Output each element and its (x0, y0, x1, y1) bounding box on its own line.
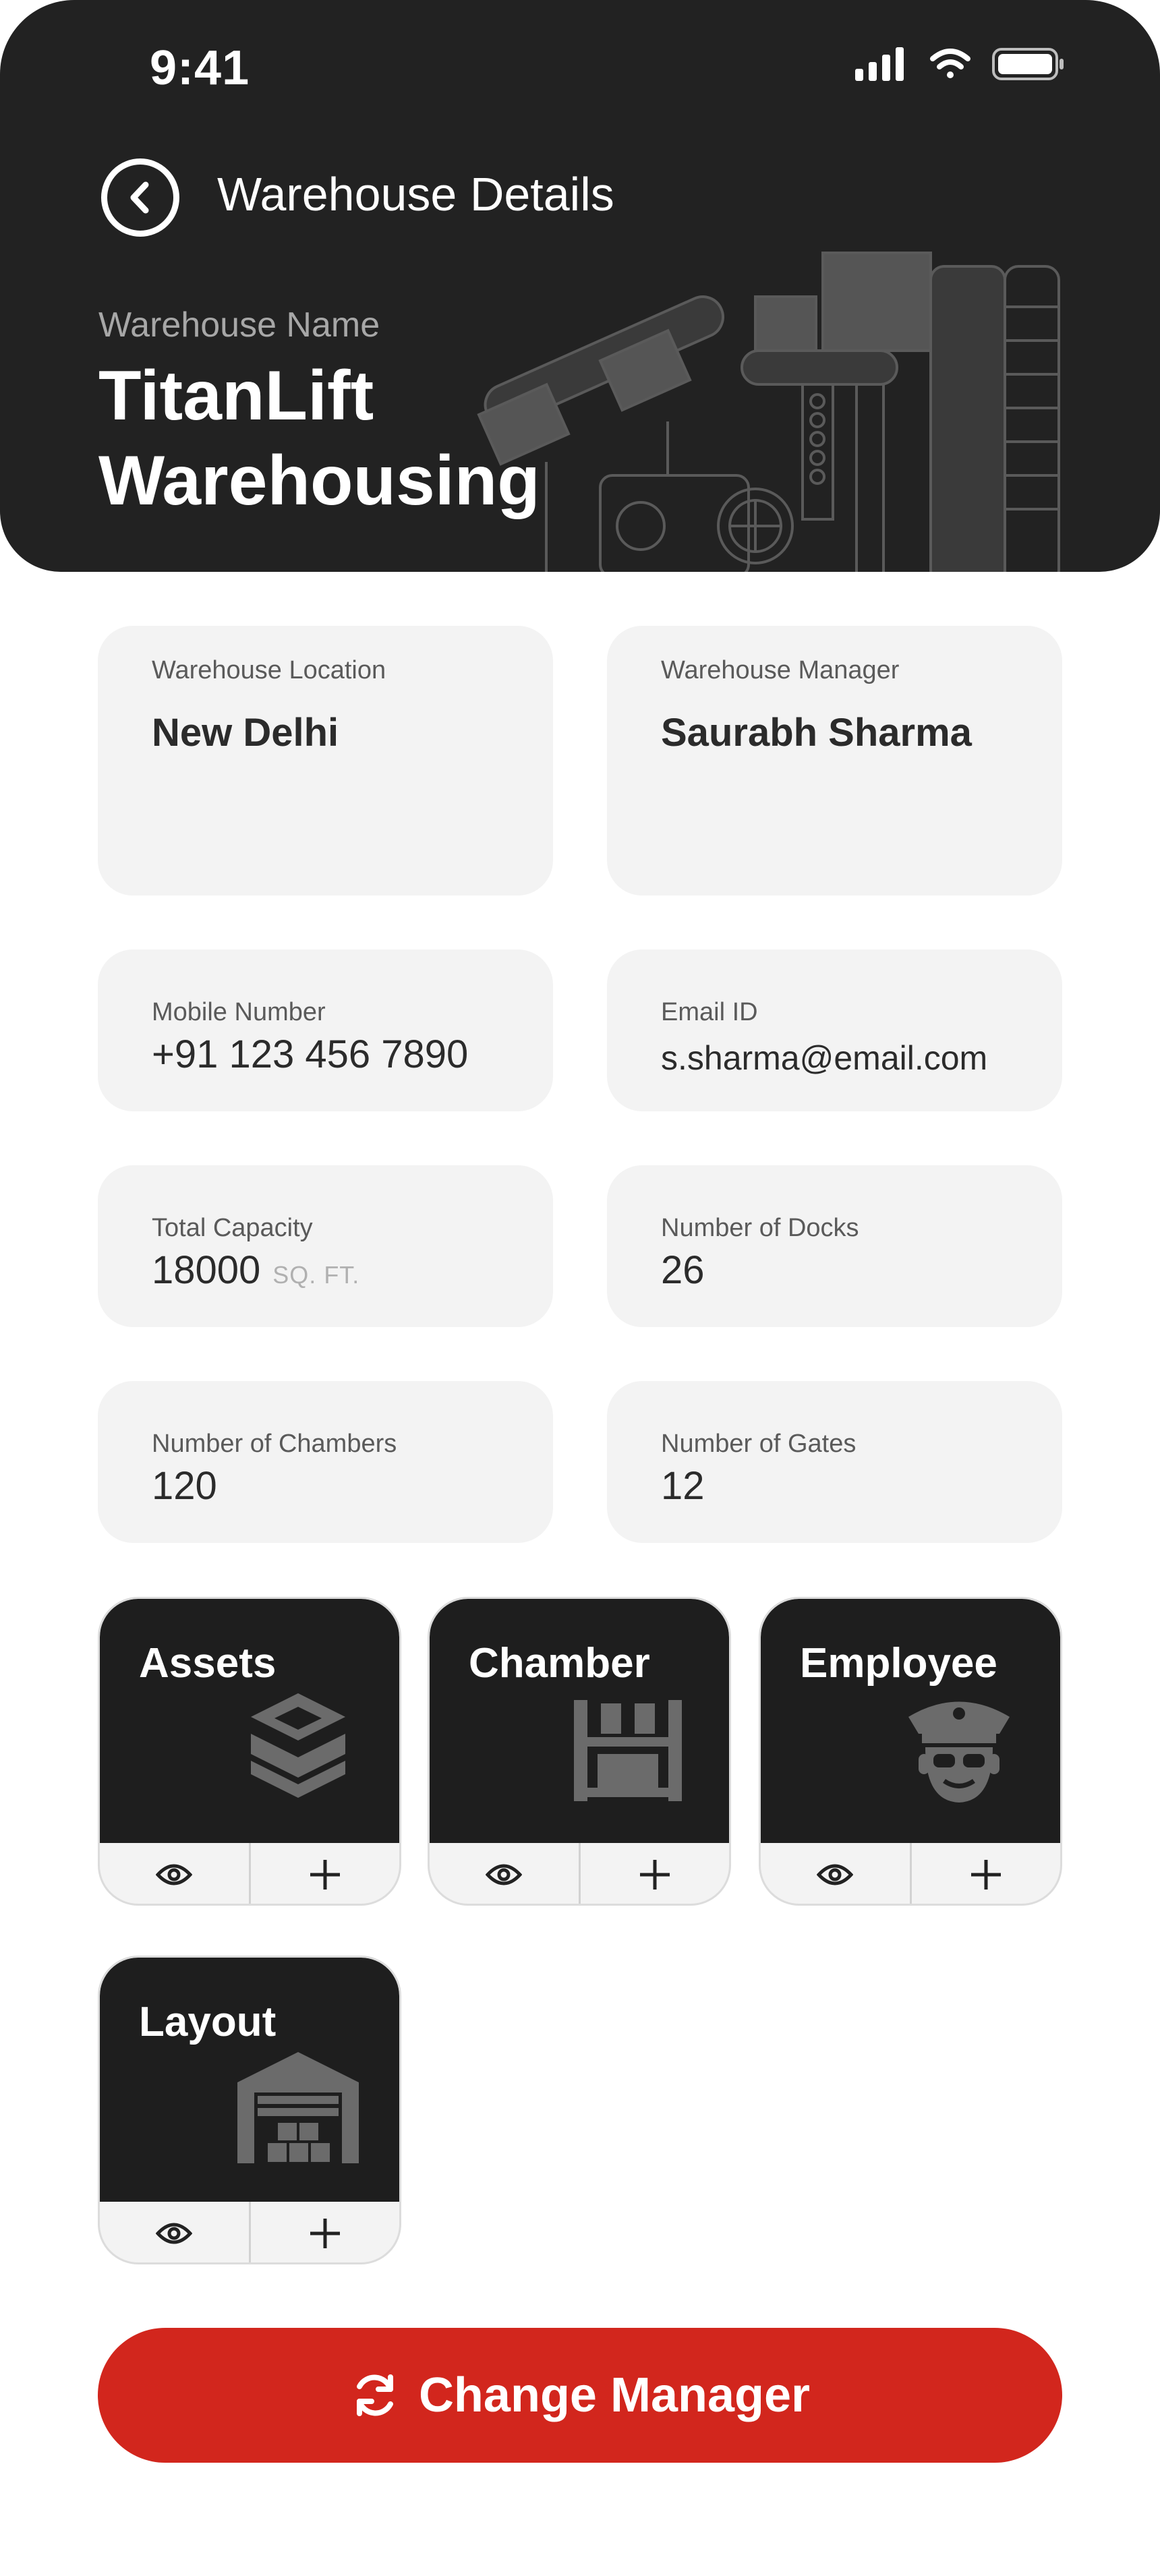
layout-tile[interactable]: Layout (98, 1956, 401, 2264)
refresh-icon (356, 2374, 393, 2416)
manager-card: Warehouse Manager Saurabh Sharma (607, 626, 1062, 896)
chambers-value: 120 (152, 1464, 217, 1508)
mobile-card: Mobile Number +91 123 456 7890 (98, 949, 553, 1111)
plus-icon (639, 1859, 670, 1890)
chamber-tile-header[interactable]: Chamber (430, 1599, 729, 1843)
chamber-tile[interactable]: Chamber (428, 1597, 731, 1906)
eye-icon (486, 1864, 523, 1885)
chevron-left-icon (130, 181, 149, 214)
eye-icon (156, 2223, 193, 2244)
back-button[interactable] (101, 158, 179, 237)
layout-add-button[interactable] (248, 2202, 400, 2262)
box-icon (251, 1693, 345, 1798)
mobile-label: Mobile Number (152, 998, 326, 1026)
capacity-label: Total Capacity (152, 1214, 313, 1242)
signal-icon (855, 47, 904, 81)
plus-icon (970, 1859, 1001, 1890)
assets-add-button[interactable] (248, 1843, 400, 1904)
docks-value: 26 (661, 1248, 705, 1292)
layout-view-button[interactable] (100, 2202, 249, 2262)
capacity-unit: SQ. FT. (272, 1261, 360, 1289)
manager-value: Saurabh Sharma (661, 711, 972, 755)
employee-tile-header[interactable]: Employee (761, 1599, 1060, 1843)
chamber-tile-actions (430, 1843, 730, 1904)
gates-card: Number of Gates 12 (607, 1381, 1062, 1543)
email-label: Email ID (661, 998, 758, 1026)
plus-icon (310, 1859, 340, 1890)
warehouse-name: TitanLift Warehousing (98, 353, 571, 523)
plus-icon (310, 2218, 340, 2248)
location-card: Warehouse Location New Delhi (98, 626, 553, 896)
warehouse-name-line1: TitanLift (98, 357, 374, 435)
layout-tile-header[interactable]: Layout (100, 1958, 399, 2202)
page-title: Warehouse Details (217, 168, 614, 221)
gates-label: Number of Gates (661, 1430, 857, 1458)
email-card: Email ID s.sharma@email.com (607, 949, 1062, 1111)
assets-tile-actions (100, 1843, 400, 1904)
email-value: s.sharma@email.com (661, 1039, 988, 1077)
warehouse-name-label: Warehouse Name (98, 305, 380, 345)
warehouse-name-line2: Warehousing (98, 442, 540, 520)
employee-tile[interactable]: Employee (759, 1597, 1062, 1906)
chambers-card: Number of Chambers 120 (98, 1381, 553, 1543)
assets-view-button[interactable] (100, 1843, 249, 1904)
capacity-value-row: 18000 SQ. FT. (152, 1248, 359, 1293)
location-value: New Delhi (152, 711, 339, 755)
chamber-view-button[interactable] (430, 1843, 579, 1904)
gates-value: 12 (661, 1464, 705, 1508)
manager-label: Warehouse Manager (661, 656, 900, 684)
employee-tile-actions (761, 1843, 1061, 1904)
chamber-add-button[interactable] (578, 1843, 730, 1904)
chamber-tile-title: Chamber (469, 1640, 650, 1687)
guard-icon (908, 1701, 1010, 1803)
eye-icon (156, 1864, 193, 1885)
employee-view-button[interactable] (761, 1843, 910, 1904)
header: 9:41 Warehouse Details Warehouse Name Ti… (0, 0, 1160, 572)
storage-rack-icon (574, 1700, 682, 1801)
mobile-value: +91 123 456 7890 (152, 1032, 469, 1076)
employee-add-button[interactable] (909, 1843, 1061, 1904)
battery-icon (992, 48, 1064, 80)
status-time: 9:41 (150, 41, 250, 95)
change-manager-button[interactable]: Change Manager (98, 2328, 1062, 2463)
capacity-card: Total Capacity 18000 SQ. FT. (98, 1165, 553, 1327)
layout-tile-actions (100, 2202, 400, 2262)
chambers-label: Number of Chambers (152, 1430, 397, 1458)
location-label: Warehouse Location (152, 656, 386, 684)
assets-tile-header[interactable]: Assets (100, 1599, 399, 1843)
layout-tile-title: Layout (139, 1999, 277, 2045)
assets-tile-title: Assets (139, 1640, 277, 1687)
docks-label: Number of Docks (661, 1214, 859, 1242)
eye-icon (817, 1864, 854, 1885)
change-manager-label: Change Manager (418, 2368, 811, 2422)
warehouse-icon (237, 2052, 359, 2163)
wifi-icon (930, 49, 970, 78)
status-icons (855, 47, 1066, 81)
employee-tile-title: Employee (800, 1640, 997, 1687)
docks-card: Number of Docks 26 (607, 1165, 1062, 1327)
assets-tile[interactable]: Assets (98, 1597, 401, 1906)
capacity-value: 18000 (152, 1248, 261, 1292)
